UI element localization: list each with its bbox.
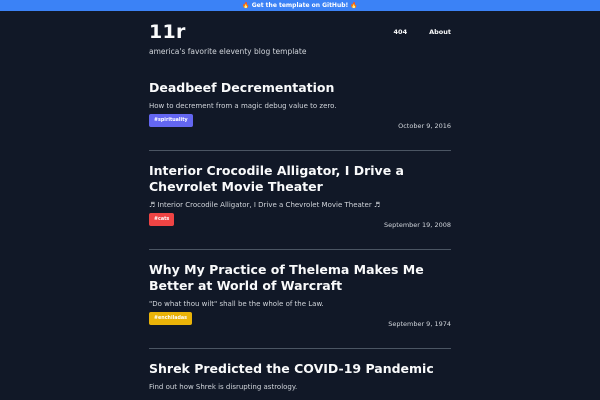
post-excerpt: How to decrement from a magic debug valu… [149, 102, 337, 110]
post-date: October 9, 2016 [398, 122, 451, 130]
post-title: Interior Crocodile Alligator, I Drive a … [149, 163, 451, 195]
post-meta: #spirituality October 9, 2016 [149, 114, 451, 132]
post-title: Deadbeef Decrementation [149, 80, 451, 96]
post-title: Shrek Predicted the COVID-19 Pandemic [149, 361, 451, 377]
github-banner[interactable]: 🔥 Get the template on GitHub! 🔥 [0, 0, 600, 11]
post-item: Shrek Predicted the COVID-19 Pandemic Fi… [149, 361, 451, 391]
post-date: September 19, 2008 [384, 221, 451, 229]
tag-badge[interactable]: #cats [149, 213, 175, 226]
post-meta: #enchiladas September 9, 1974 [149, 312, 451, 330]
post-date: September 9, 1974 [388, 320, 451, 328]
site-tagline: america's favorite eleventy blog templat… [149, 47, 307, 56]
post-title: Why My Practice of Thelema Makes Me Bett… [149, 262, 451, 294]
post-title-link[interactable]: Deadbeef Decrementation [149, 80, 334, 95]
fire-icon: 🔥 [242, 2, 250, 9]
post-excerpt: Find out how Shrek is disrupting astrolo… [149, 383, 298, 391]
post-divider [149, 150, 451, 151]
tag-badge[interactable]: #spirituality [149, 114, 193, 127]
post-meta: #cats September 19, 2008 [149, 213, 451, 231]
nav-link-404[interactable]: 404 [394, 28, 408, 36]
site-title[interactable]: 11r [149, 21, 186, 43]
post-excerpt: "Do what thou wilt" shall be the whole o… [149, 300, 324, 308]
tag-badge[interactable]: #enchiladas [149, 312, 192, 325]
post-title-link[interactable]: Why My Practice of Thelema Makes Me Bett… [149, 262, 424, 293]
post-excerpt: ♬ Interior Crocodile Alligator, I Drive … [149, 201, 381, 209]
post-item: Why My Practice of Thelema Makes Me Bett… [149, 262, 451, 330]
nav-link-about[interactable]: About [429, 28, 451, 36]
banner-text: Get the template on GitHub! [251, 2, 349, 9]
post-divider [149, 348, 451, 349]
main-nav: 404 About [394, 28, 451, 36]
page-container: 11r america's favorite eleventy blog tem… [149, 11, 451, 400]
post-title-link[interactable]: Interior Crocodile Alligator, I Drive a … [149, 163, 404, 194]
post-item: Interior Crocodile Alligator, I Drive a … [149, 163, 451, 231]
fire-icon: 🔥 [350, 2, 358, 9]
post-title-link[interactable]: Shrek Predicted the COVID-19 Pandemic [149, 361, 434, 376]
post-item: Deadbeef Decrementation How to decrement… [149, 80, 451, 132]
post-divider [149, 249, 451, 250]
